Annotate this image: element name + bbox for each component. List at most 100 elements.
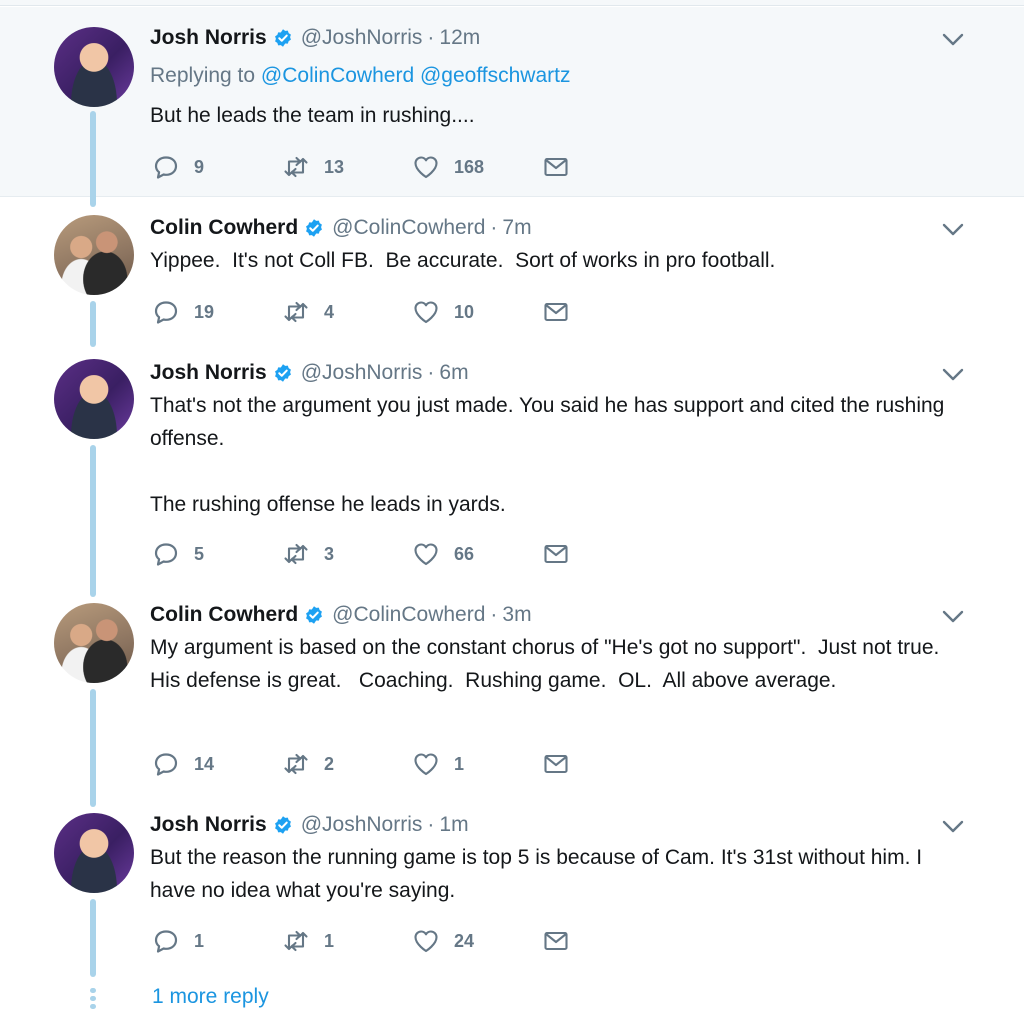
direct-message-button[interactable] xyxy=(542,926,570,956)
retweet-count: 3 xyxy=(324,543,335,564)
envelope-icon xyxy=(544,931,568,951)
chevron-down-icon[interactable] xyxy=(942,33,964,47)
retweet-button[interactable]: 3 xyxy=(282,539,334,569)
avatar[interactable] xyxy=(54,813,134,893)
heart-icon xyxy=(414,930,438,953)
direct-message-button[interactable] xyxy=(542,152,570,182)
reply-count: 14 xyxy=(194,753,215,774)
chevron-down-icon[interactable] xyxy=(942,368,964,382)
avatar[interactable] xyxy=(54,215,134,295)
avatar[interactable] xyxy=(54,603,134,683)
retweet-button[interactable]: 4 xyxy=(282,297,334,327)
author-handle[interactable]: @JoshNorris xyxy=(301,361,423,385)
tweet-header: Josh Norris @JoshNorris · 6m xyxy=(150,359,469,387)
author-handle[interactable]: @JoshNorris xyxy=(301,813,423,837)
retweet-count: 2 xyxy=(324,753,335,774)
tweet-actions: 9 13 168 xyxy=(150,152,610,182)
retweet-count: 1 xyxy=(324,930,335,951)
like-button[interactable]: 1 xyxy=(412,749,464,779)
tweet-header: Josh Norris @JoshNorris · 12m xyxy=(150,24,480,52)
retweet-button[interactable]: 2 xyxy=(282,749,334,779)
timestamp[interactable]: 7m xyxy=(502,216,531,240)
envelope-icon xyxy=(544,157,568,177)
author-name[interactable]: Josh Norris xyxy=(150,361,267,385)
tweet-header: Colin Cowherd @ColinCowherd · 3m xyxy=(150,601,532,629)
retweet-count: 4 xyxy=(324,301,335,322)
direct-message-button[interactable] xyxy=(542,539,570,569)
tweet-actions: 14 2 1 xyxy=(150,749,610,779)
tweet-2[interactable]: Colin Cowherd @ColinCowherd · 7m Yippee.… xyxy=(0,197,1024,347)
reply-button[interactable]: 9 xyxy=(152,152,204,182)
chevron-down-icon[interactable] xyxy=(942,820,964,834)
envelope-icon xyxy=(544,754,568,774)
avatar[interactable] xyxy=(54,359,134,439)
author-name[interactable]: Josh Norris xyxy=(150,813,267,837)
verified-badge-icon xyxy=(306,606,323,624)
author-handle[interactable]: @JoshNorris xyxy=(301,26,423,50)
reply-icon xyxy=(154,930,178,953)
tweet-header: Josh Norris @JoshNorris · 1m xyxy=(150,811,469,839)
more-replies-link[interactable]: 1 more reply xyxy=(152,985,269,1009)
reply-icon xyxy=(154,543,178,566)
like-count: 24 xyxy=(454,930,475,951)
tweet-4[interactable]: Colin Cowherd @ColinCowherd · 3m My argu… xyxy=(0,597,1024,807)
retweet-icon xyxy=(284,156,308,178)
author-handle[interactable]: @ColinCowherd xyxy=(332,603,485,627)
retweet-button[interactable]: 1 xyxy=(282,926,334,956)
author-name[interactable]: Colin Cowherd xyxy=(150,603,298,627)
tweet-text: But he leads the team in rushing.... xyxy=(150,104,475,127)
like-count: 10 xyxy=(454,301,475,322)
thread-line xyxy=(90,111,96,207)
verified-badge-icon xyxy=(306,219,323,237)
verified-badge-icon xyxy=(274,816,291,834)
verified-badge-icon xyxy=(274,29,291,47)
direct-message-button[interactable] xyxy=(542,297,570,327)
mention-link[interactable]: @geoffschwartz xyxy=(420,64,571,87)
reply-icon xyxy=(154,156,178,179)
author-name[interactable]: Josh Norris xyxy=(150,26,267,50)
retweet-button[interactable]: 13 xyxy=(282,152,344,182)
thread-continuation-dots xyxy=(90,988,96,1012)
reply-count: 5 xyxy=(194,543,205,564)
like-count: 66 xyxy=(454,543,475,564)
author-handle[interactable]: @ColinCowherd xyxy=(332,216,485,240)
author-name[interactable]: Colin Cowherd xyxy=(150,216,298,240)
tweet-text: That's not the argument you just made. Y… xyxy=(150,394,945,516)
reply-button[interactable]: 19 xyxy=(152,297,214,327)
like-button[interactable]: 24 xyxy=(412,926,474,956)
like-button[interactable]: 10 xyxy=(412,297,474,327)
tweet-5[interactable]: Josh Norris @JoshNorris · 1m But the rea… xyxy=(0,807,1024,977)
separator: · xyxy=(427,26,435,49)
heart-icon xyxy=(414,301,438,324)
separator: · xyxy=(427,813,435,836)
reply-count: 19 xyxy=(194,301,215,322)
timestamp[interactable]: 6m xyxy=(439,361,468,385)
reply-icon xyxy=(154,301,178,324)
reply-button[interactable]: 5 xyxy=(152,539,204,569)
reply-icon xyxy=(154,753,178,776)
timestamp[interactable]: 3m xyxy=(502,603,531,627)
reply-button[interactable]: 1 xyxy=(152,926,204,956)
chevron-down-icon[interactable] xyxy=(942,610,964,624)
thread-line xyxy=(90,689,96,807)
separator: · xyxy=(427,361,435,384)
timestamp[interactable]: 12m xyxy=(439,26,480,50)
chevron-down-icon[interactable] xyxy=(942,223,964,237)
like-button[interactable]: 66 xyxy=(412,539,474,569)
avatar[interactable] xyxy=(54,27,134,107)
envelope-icon xyxy=(544,302,568,322)
separator: · xyxy=(490,216,498,239)
like-count: 168 xyxy=(454,156,485,177)
tweet-3[interactable]: Josh Norris @JoshNorris · 6m That's not … xyxy=(0,347,1024,597)
direct-message-button[interactable] xyxy=(542,749,570,779)
retweet-icon xyxy=(284,753,308,775)
mention-link[interactable]: @ColinCowherd xyxy=(261,64,414,87)
reply-count: 9 xyxy=(194,156,205,177)
like-count: 1 xyxy=(454,753,465,774)
verified-badge-icon xyxy=(274,364,291,382)
tweet-1[interactable]: Josh Norris @JoshNorris · 12m Replying t… xyxy=(0,7,1024,207)
like-button[interactable]: 168 xyxy=(412,152,484,182)
tweet-text: My argument is based on the constant cho… xyxy=(150,636,952,692)
timestamp[interactable]: 1m xyxy=(439,813,468,837)
reply-button[interactable]: 14 xyxy=(152,749,214,779)
